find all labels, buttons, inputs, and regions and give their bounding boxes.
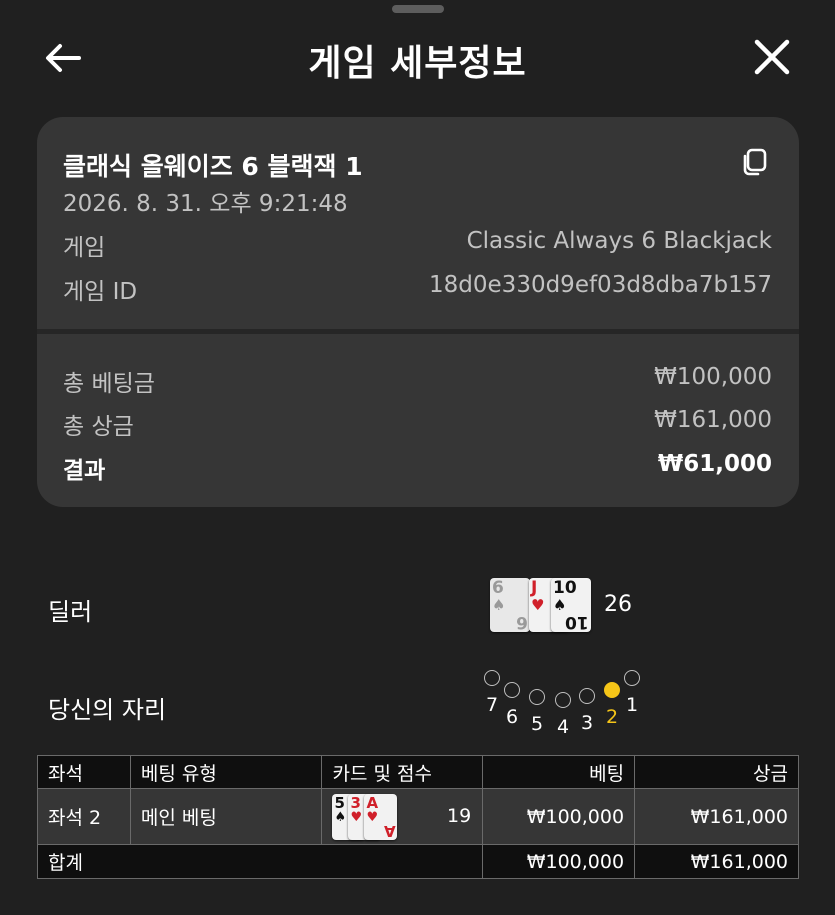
seat-2-marker <box>604 682 620 698</box>
card-suit: ♠ <box>334 810 347 825</box>
dealer-card: 10 ♠ 10 <box>551 578 591 632</box>
seat-3-marker <box>579 688 595 704</box>
header: 게임 세부정보 <box>0 20 835 95</box>
seat-3-number: 3 <box>580 712 594 734</box>
game-value: Classic Always 6 Blackjack <box>466 228 772 254</box>
header-win: 상금 <box>634 755 799 789</box>
card-rank-inverted: 6 <box>516 612 528 632</box>
card-suit: ♥ <box>531 596 545 614</box>
table-header-row: 좌석 베팅 유형 카드 및 점수 베팅 상금 <box>37 755 799 789</box>
result-value: ₩61,000 <box>657 451 772 477</box>
card-rank: J <box>531 578 538 598</box>
seat-1-number: 1 <box>625 694 639 716</box>
seat-7-marker <box>484 670 500 686</box>
total-bet-value: ₩100,000 <box>654 364 772 390</box>
copy-button[interactable] <box>739 147 773 181</box>
total-label-cell: 합계 <box>36 844 484 879</box>
divider <box>37 329 799 334</box>
seat-5-marker <box>529 689 545 705</box>
dealer-label: 딜러 <box>48 598 93 626</box>
table-total-row: 합계 ₩100,000 ₩161,000 <box>36 844 799 879</box>
player-card: A ♥ A <box>364 794 398 840</box>
total-bet-label: 총 베팅금 <box>63 371 155 397</box>
copy-icon <box>743 148 767 176</box>
game-datetime: 2026. 8. 31. 오후 9:21:48 <box>63 191 348 217</box>
page-title: 게임 세부정보 <box>308 43 527 84</box>
header-bet: 베팅 <box>482 755 636 789</box>
close-button[interactable] <box>748 34 796 80</box>
game-id-value[interactable]: 18d0e330d9ef03d8dba7b157 <box>429 272 772 298</box>
cards-score-cell: 5♠53♥3A♥A 19 <box>321 788 484 845</box>
table-row: 좌석 2 메인 베팅 5♠53♥3A♥A 19 ₩100,000 ₩161,00… <box>37 788 799 845</box>
seat-5-number: 5 <box>530 713 544 735</box>
seat-4-marker <box>555 692 571 708</box>
card-rank: 10 <box>553 578 577 598</box>
card-rank-inverted: 10 <box>565 612 589 632</box>
player-score: 19 <box>446 805 472 827</box>
drag-handle[interactable] <box>392 5 444 13</box>
seat-7-number: 7 <box>485 694 499 716</box>
seat-cell: 좌석 2 <box>37 788 131 845</box>
header-bet-type: 베팅 유형 <box>129 755 323 789</box>
card-rank-inverted: A <box>383 822 396 840</box>
total-bet-cell: ₩100,000 <box>482 844 636 879</box>
dealer-score: 26 <box>604 592 632 617</box>
bet-cell: ₩100,000 <box>482 788 636 845</box>
game-name: 클래식 올웨이즈 6 블랙잭 1 <box>63 152 363 181</box>
result-label: 결과 <box>63 458 106 484</box>
bets-table: 좌석 베팅 유형 카드 및 점수 베팅 상금 좌석 2 메인 베팅 5♠53♥3… <box>36 755 799 879</box>
seat-2-number: 2 <box>605 706 619 728</box>
seat-6-number: 6 <box>505 706 519 728</box>
header-cards-score: 카드 및 점수 <box>321 755 484 789</box>
card-suit: ♠ <box>492 596 506 614</box>
card-rank: 6 <box>492 578 504 598</box>
game-label: 게임 <box>63 235 106 261</box>
seat-6-marker <box>504 682 520 698</box>
dealer-card: 6 ♠ 6 <box>490 578 530 632</box>
win-cell: ₩161,000 <box>634 788 799 845</box>
total-win-cell: ₩161,000 <box>634 844 799 879</box>
bet-type-cell: 메인 베팅 <box>129 788 323 845</box>
card-suit: ♥ <box>350 810 363 825</box>
header-seat: 좌석 <box>37 755 131 789</box>
total-win-label: 총 상금 <box>63 414 134 440</box>
seat-1-marker <box>624 670 640 686</box>
seat-4-number: 4 <box>556 716 570 738</box>
close-icon <box>754 39 790 75</box>
game-id-label: 게임 ID <box>63 279 138 305</box>
seat-label: 당신의 자리 <box>48 696 167 724</box>
total-win-value: ₩161,000 <box>654 407 772 433</box>
card-suit: ♥ <box>366 810 379 825</box>
game-summary-card: 클래식 올웨이즈 6 블랙잭 1 2026. 8. 31. 오후 9:21:48… <box>37 117 799 507</box>
